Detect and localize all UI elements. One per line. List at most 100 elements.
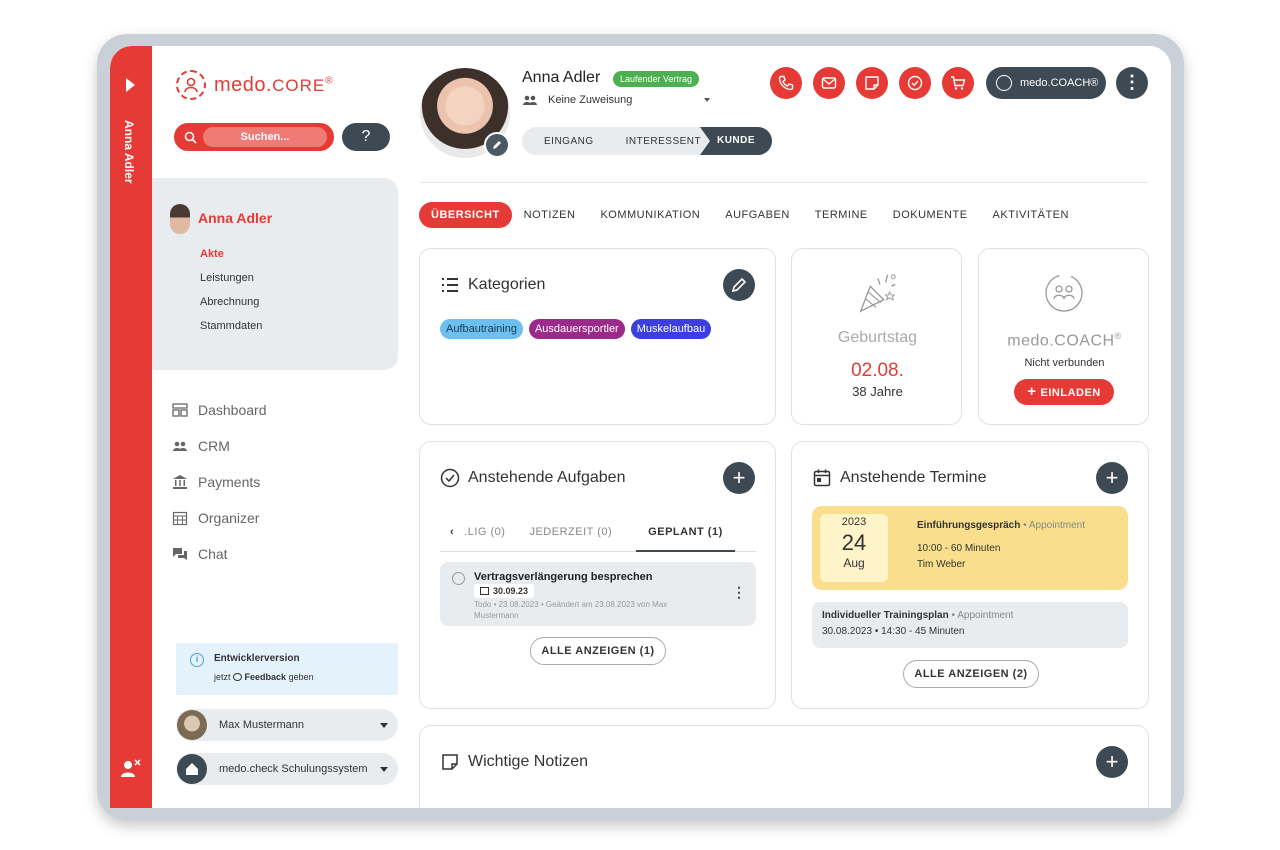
task-item[interactable]: Vertragsverlängerung besprechen 30.09.23… xyxy=(440,562,756,626)
pencil-icon xyxy=(493,141,501,149)
add-appointment-button[interactable]: + xyxy=(1096,462,1128,494)
client-link-stammdaten[interactable]: Stammdaten xyxy=(200,320,262,344)
appointment-time: 30.08.2023 • 14:30 - 45 Minuten xyxy=(822,626,965,637)
birthday-age: 38 Jahre xyxy=(852,384,903,399)
tab-kommunikation[interactable]: KOMMUNIKATION xyxy=(600,209,700,221)
client-link-abrechnung[interactable]: Abrechnung xyxy=(200,296,262,320)
more-options-button[interactable]: ⋮ xyxy=(1116,67,1148,99)
search-field[interactable]: Suchen... xyxy=(174,123,334,151)
nav-label: Chat xyxy=(198,546,228,562)
tag-muskelaufbau[interactable]: Muskelaufbau xyxy=(630,319,712,339)
tag-ausdauersportler[interactable]: Ausdauersportler xyxy=(528,319,625,339)
nav-item-dashboard[interactable]: Dashboard xyxy=(172,392,267,428)
home-icon xyxy=(177,754,207,784)
system-select-label: medo.check Schulungssystem xyxy=(219,763,368,775)
pencil-icon xyxy=(731,277,747,293)
client-link-akte[interactable]: Akte xyxy=(200,248,262,272)
sticky-note-icon xyxy=(865,76,879,90)
client-links: Akte Leistungen Abrechnung Stammdaten xyxy=(200,248,262,344)
appointment-item[interactable]: Individueller Trainingsplan • Appointmen… xyxy=(812,602,1128,648)
add-task-button[interactable]: + xyxy=(723,462,755,494)
appointments-title: Anstehende Termine xyxy=(812,468,986,488)
assignment-select[interactable]: Keine Zuweisung xyxy=(522,94,711,106)
tab-dokumente[interactable]: DOKUMENTE xyxy=(893,209,968,221)
search-icon xyxy=(184,131,197,144)
appointment-time: 10:00 - 60 Minuten xyxy=(917,543,1001,554)
subtab-jederzeit[interactable]: JEDERZEIT (0) xyxy=(529,526,612,538)
tab-aufgaben[interactable]: AUFGABEN xyxy=(725,209,790,221)
invite-button[interactable]: + EINLADEN xyxy=(1014,379,1114,405)
step-eingang[interactable]: EINGANG xyxy=(522,136,610,147)
dev-title: Entwicklerversion xyxy=(214,653,300,664)
nav-item-crm[interactable]: CRM xyxy=(172,428,267,464)
medo-core-logo[interactable]: medo.CORE® xyxy=(176,70,333,100)
expand-arrow-icon[interactable] xyxy=(126,78,135,92)
appointments-card: Anstehende Termine + 2023 24 Aug Einführ… xyxy=(791,441,1149,709)
nav-item-organizer[interactable]: Organizer xyxy=(172,500,267,536)
cart-button[interactable] xyxy=(942,67,974,99)
tab-uebersicht[interactable]: ÜBERSICHT xyxy=(419,202,512,228)
appointment-title: Individueller Trainingsplan • Appointmen… xyxy=(822,610,1014,621)
note-button[interactable] xyxy=(856,67,888,99)
user-remove-icon[interactable] xyxy=(120,758,142,780)
categories-title: Kategorien xyxy=(440,275,545,295)
check-circle-icon xyxy=(907,75,923,91)
nav-label: Payments xyxy=(198,474,261,490)
notes-card: Wichtige Notizen + xyxy=(419,725,1149,808)
tag-aufbautraining[interactable]: Aufbautraining xyxy=(440,319,523,339)
subtab-scroll-left[interactable]: ‹ xyxy=(440,526,454,538)
email-button[interactable] xyxy=(813,67,845,99)
step-kunde[interactable]: KUNDE xyxy=(700,127,772,155)
phone-icon xyxy=(778,75,794,91)
nav-item-chat[interactable]: Chat xyxy=(172,536,267,572)
birthday-card: Geburtstag 02.08. 38 Jahre xyxy=(791,248,962,425)
nav-item-payments[interactable]: Payments xyxy=(172,464,267,500)
tab-notizen[interactable]: NOTIZEN xyxy=(524,209,576,221)
coach-people-icon xyxy=(996,75,1012,91)
task-button[interactable] xyxy=(899,67,931,99)
show-all-tasks-button[interactable]: ALLE ANZEIGEN (1) xyxy=(530,637,666,665)
tasks-title: Anstehende Aufgaben xyxy=(440,468,625,488)
chevron-down-icon xyxy=(380,766,388,772)
search-input[interactable]: Suchen... xyxy=(203,127,327,147)
help-button[interactable]: ? xyxy=(342,123,390,151)
calendar-grid-icon xyxy=(172,511,188,526)
birthday-label: Geburtstag xyxy=(837,329,918,346)
subtab-geplant[interactable]: GEPLANT (1) xyxy=(636,512,735,552)
user-avatar xyxy=(177,710,207,740)
coach-card: medo.COACH® Nicht verbunden + EINLADEN xyxy=(978,248,1149,425)
tasks-card: Anstehende Aufgaben + ‹ .LIG (0) JEDERZE… xyxy=(419,441,776,709)
list-icon xyxy=(442,278,458,292)
show-all-appointments-button[interactable]: ALLE ANZEIGEN (2) xyxy=(903,660,1039,688)
edit-categories-button[interactable] xyxy=(723,269,755,301)
edit-photo-button[interactable] xyxy=(484,132,510,158)
shopping-cart-icon xyxy=(951,76,966,90)
tab-termine[interactable]: TERMINE xyxy=(815,209,868,221)
task-check-icon[interactable] xyxy=(452,572,465,585)
main-nav: Dashboard CRM Payments Organizer Chat xyxy=(172,392,267,572)
appointment-item[interactable]: 2023 24 Aug Einführungsgespräch • Appoin… xyxy=(812,506,1128,590)
birthday-date: 02.08. xyxy=(851,360,904,381)
header-actions: medo.COACH® ⋮ xyxy=(770,67,1148,99)
check-circle-icon xyxy=(440,468,460,488)
subtab-faellig[interactable]: .LIG (0) xyxy=(464,526,505,538)
rail-client-name: Anna Adler xyxy=(122,120,136,184)
categories-card: Kategorien Aufbautraining Ausdauersportl… xyxy=(419,248,776,425)
tab-aktivitaeten[interactable]: AKTIVITÄTEN xyxy=(993,209,1069,221)
nav-label: Dashboard xyxy=(198,402,267,418)
system-select[interactable]: medo.check Schulungssystem xyxy=(176,753,398,785)
add-note-button[interactable]: + xyxy=(1096,746,1128,778)
feedback-link[interactable]: Feedback xyxy=(245,672,287,682)
client-link-leistungen[interactable]: Leistungen xyxy=(200,272,262,296)
client-name[interactable]: Anna Adler xyxy=(198,210,272,226)
client-card: Anna Adler Akte Leistungen Abrechnung St… xyxy=(152,178,398,370)
user-select[interactable]: Max Mustermann xyxy=(176,709,398,741)
call-button[interactable] xyxy=(770,67,802,99)
header-divider xyxy=(420,182,1148,183)
calendar-clock-icon xyxy=(480,587,489,595)
app-window: Anna Adler medo.CORE® Suchen... ? Anna A… xyxy=(110,46,1171,808)
task-more-icon[interactable]: ⋮ xyxy=(732,584,746,601)
medo-coach-button[interactable]: medo.COACH® xyxy=(986,67,1106,99)
step-interessent[interactable]: INTERESSENT xyxy=(610,136,718,147)
task-subtabs: ‹ .LIG (0) JEDERZEIT (0) GEPLANT (1) xyxy=(440,512,756,552)
